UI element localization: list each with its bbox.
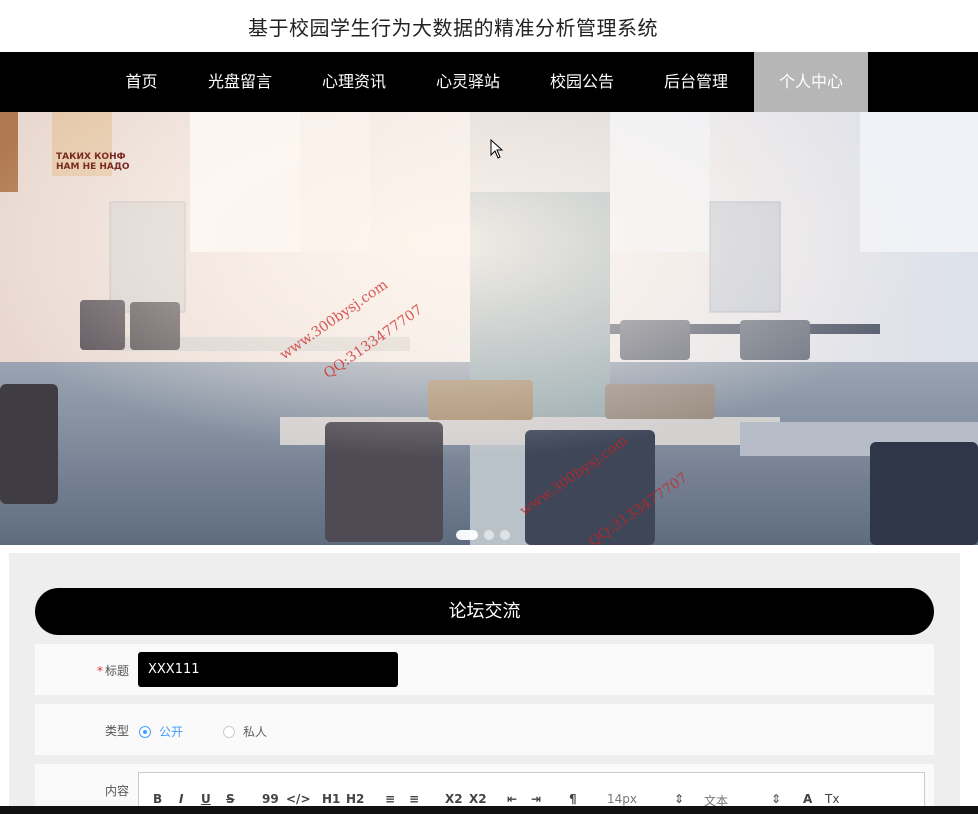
banner-image xyxy=(0,112,978,545)
italic-button[interactable]: I xyxy=(179,792,183,806)
radio-public-label[interactable]: 公开 xyxy=(159,723,183,740)
header-2-button[interactable]: H2 xyxy=(346,792,364,806)
title-bar: 基于校园学生行为大数据的精准分析管理系统 xyxy=(0,0,978,52)
text-color-button[interactable]: A xyxy=(803,792,812,806)
indent-button[interactable]: ⇥ xyxy=(531,792,541,806)
nav-item-psych-news[interactable]: 心理资讯 xyxy=(312,52,396,112)
forum-content: 论坛交流 * 标题 XXX111 类型 公开 私人 内容 B I U S 99 <… xyxy=(9,553,960,814)
type-radio-group: 公开 私人 xyxy=(139,723,307,740)
font-family-chevron-icon: ⇕ xyxy=(771,792,782,806)
title-row: * 标题 XXX111 xyxy=(35,644,934,695)
forum-header: 论坛交流 xyxy=(35,588,934,635)
nav-item-campus-notice[interactable]: 校园公告 xyxy=(540,52,624,112)
carousel-dot[interactable] xyxy=(484,530,494,540)
font-size-chevron-icon: ⇕ xyxy=(674,792,685,806)
underline-button[interactable]: U xyxy=(201,792,211,806)
nav-item-personal-center[interactable]: 个人中心 xyxy=(754,52,868,112)
bullet-list-button[interactable]: ≡ xyxy=(409,792,419,806)
radio-public[interactable] xyxy=(139,725,151,738)
bottom-edge xyxy=(0,806,978,814)
font-size-select[interactable]: 14px xyxy=(607,792,637,806)
mouse-cursor-icon xyxy=(490,139,504,159)
subscript-button[interactable]: X2 xyxy=(445,792,463,806)
strike-button[interactable]: S xyxy=(226,792,235,806)
carousel-dot-active[interactable] xyxy=(456,530,478,540)
poster-text-2: НАМ НЕ НАДО xyxy=(56,162,130,172)
nav-item-clean-plate-messages[interactable]: 光盘留言 xyxy=(198,52,282,112)
superscript-button[interactable]: X2 xyxy=(469,792,487,806)
main-nav: 首页 光盘留言 心理资讯 心灵驿站 校园公告 后台管理 个人中心 xyxy=(0,52,978,112)
header-1-button[interactable]: H1 xyxy=(322,792,340,806)
banner-carousel[interactable]: ТАКИХ КОНФ НАМ НЕ НАДО www.300bysj.com Q… xyxy=(0,112,978,545)
carousel-indicators xyxy=(456,530,510,540)
title-input[interactable]: XXX111 xyxy=(138,652,398,687)
nav-item-soul-station[interactable]: 心灵驿站 xyxy=(426,52,510,112)
poster-text-1: ТАКИХ КОНФ xyxy=(56,152,126,162)
nav-item-home[interactable]: 首页 xyxy=(113,52,170,112)
carousel-dot[interactable] xyxy=(500,530,510,540)
required-marker: * xyxy=(96,664,103,678)
bold-button[interactable]: B xyxy=(153,792,162,806)
clean-format-button[interactable]: Tx xyxy=(825,792,839,806)
radio-private[interactable] xyxy=(223,725,236,738)
type-row: 类型 公开 私人 xyxy=(35,704,934,755)
title-label-text: 标题 xyxy=(104,664,129,678)
text-direction-button[interactable]: ¶ xyxy=(569,792,577,806)
type-label: 类型 xyxy=(104,724,129,738)
outdent-button[interactable]: ⇤ xyxy=(507,792,517,806)
content-label: 内容 xyxy=(104,784,129,798)
ordered-list-button[interactable]: ≡ xyxy=(385,792,395,806)
nav-item-admin[interactable]: 后台管理 xyxy=(654,52,738,112)
code-block-button[interactable]: </> xyxy=(286,792,311,806)
radio-private-label[interactable]: 私人 xyxy=(243,723,267,740)
blockquote-button[interactable]: 99 xyxy=(262,792,279,806)
site-title: 基于校园学生行为大数据的精准分析管理系统 xyxy=(248,16,658,40)
title-label: * 标题 xyxy=(97,662,129,679)
